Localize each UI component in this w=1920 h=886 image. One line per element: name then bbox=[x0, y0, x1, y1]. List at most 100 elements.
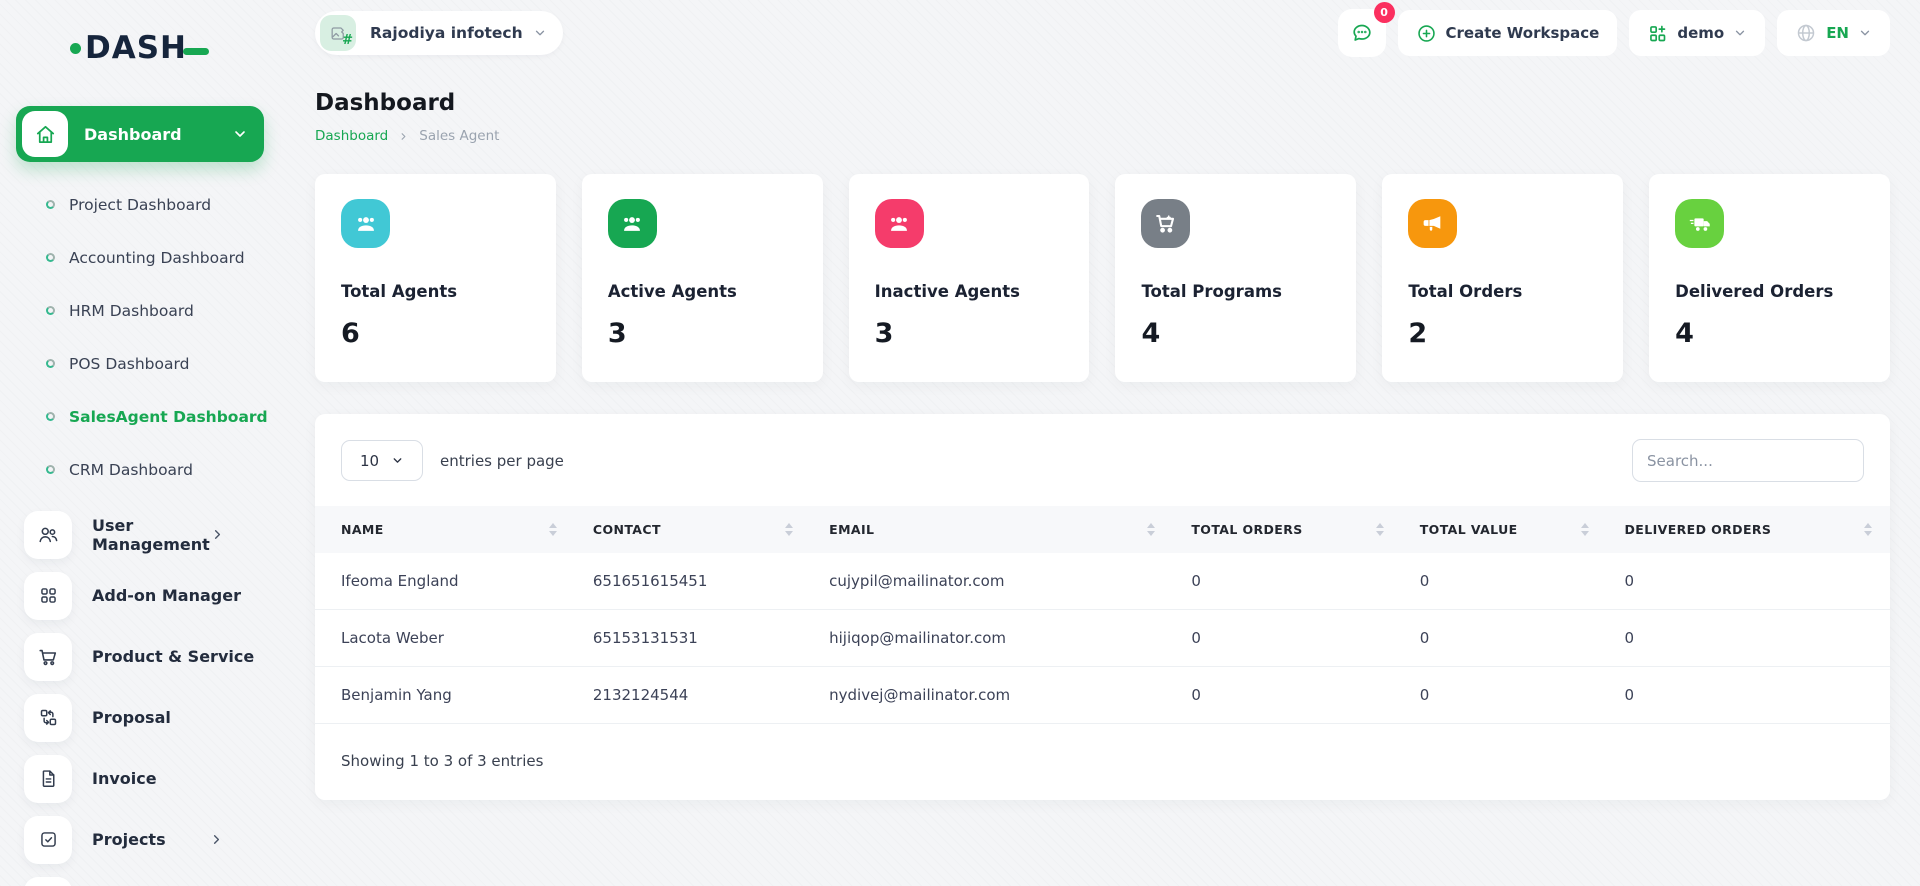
sidebar-item-dashboard[interactable]: Dashboard bbox=[16, 106, 264, 162]
sidebar-item-label: SalesAgent Dashboard bbox=[69, 408, 268, 426]
column-header-name[interactable]: NAME bbox=[315, 506, 575, 553]
bullet-icon bbox=[46, 412, 55, 421]
swap-icon bbox=[24, 694, 72, 742]
chevron-down-icon bbox=[533, 26, 547, 40]
stat-value: 2 bbox=[1408, 318, 1597, 349]
bullet-icon bbox=[46, 465, 55, 474]
column-header-delivered-orders[interactable]: DELIVERED ORDERS bbox=[1607, 506, 1891, 553]
create-workspace-button[interactable]: Create Workspace bbox=[1398, 10, 1618, 56]
sort-icon bbox=[1376, 523, 1384, 536]
cell-contact: 65153131531 bbox=[575, 610, 811, 667]
users-group-icon bbox=[341, 199, 390, 248]
column-header-total-orders[interactable]: TOTAL ORDERS bbox=[1173, 506, 1401, 553]
sort-icon bbox=[1581, 523, 1589, 536]
sidebar-item-accounting-dashboard[interactable]: Accounting Dashboard bbox=[16, 231, 282, 284]
column-header-email[interactable]: EMAIL bbox=[811, 506, 1173, 553]
cell-delivered-orders: 0 bbox=[1607, 667, 1891, 724]
grid-plus-icon bbox=[1647, 23, 1668, 44]
chevron-down-icon bbox=[1733, 26, 1747, 40]
agents-table-card: 10 entries per page NAME CONTACT EMAIL T bbox=[315, 414, 1890, 800]
chevron-right-icon bbox=[210, 527, 225, 542]
create-workspace-label: Create Workspace bbox=[1446, 24, 1600, 42]
stat-value: 4 bbox=[1675, 318, 1864, 349]
sidebar-item-label: Dashboard bbox=[84, 125, 232, 144]
cell-total-value: 0 bbox=[1402, 553, 1607, 610]
sidebar-item-addon-manager[interactable]: Add-on Manager bbox=[16, 565, 282, 626]
main-content: # Rajodiya infotech 0 Create Workspace d… bbox=[282, 0, 1920, 886]
sidebar-item-salesagent-dashboard[interactable]: SalesAgent Dashboard bbox=[16, 390, 282, 443]
globe-icon bbox=[1795, 22, 1817, 44]
logo-dash-icon bbox=[183, 48, 209, 55]
workspace-switcher[interactable]: demo bbox=[1629, 10, 1765, 56]
workspace-switcher-label: demo bbox=[1677, 24, 1724, 42]
cell-name: Ifeoma England bbox=[315, 553, 575, 610]
page-title: Dashboard bbox=[315, 90, 1890, 116]
document-icon bbox=[24, 755, 72, 803]
cell-contact: 651651615451 bbox=[575, 553, 811, 610]
stat-value: 3 bbox=[875, 318, 1064, 349]
breadcrumb-current: Sales Agent bbox=[419, 128, 499, 144]
sort-icon bbox=[549, 523, 557, 536]
sidebar-item-project-dashboard[interactable]: Project Dashboard bbox=[16, 178, 282, 231]
sidebar-item-pos-dashboard[interactable]: POS Dashboard bbox=[16, 337, 282, 390]
table-row: Benjamin Yang 2132124544 nydivej@mailina… bbox=[315, 667, 1890, 724]
sidebar-item-accounting[interactable]: Accounting bbox=[16, 870, 282, 886]
stat-value: 4 bbox=[1141, 318, 1330, 349]
cell-total-value: 0 bbox=[1402, 610, 1607, 667]
sort-icon bbox=[785, 523, 793, 536]
stat-card-total-agents: Total Agents 6 bbox=[315, 174, 556, 382]
sidebar: DASH Dashboard Project Dashboard Account… bbox=[0, 0, 282, 886]
bullet-icon bbox=[46, 253, 55, 262]
chevron-down-icon bbox=[391, 454, 404, 467]
dashboard-subnav: Project Dashboard Accounting Dashboard H… bbox=[16, 178, 282, 496]
grid-plus-icon bbox=[24, 877, 72, 886]
stat-label: Total Programs bbox=[1141, 282, 1330, 301]
stat-label: Delivered Orders bbox=[1675, 282, 1864, 301]
bullet-icon bbox=[46, 359, 55, 368]
chevron-down-icon bbox=[232, 126, 248, 142]
stat-label: Inactive Agents bbox=[875, 282, 1064, 301]
chevron-down-icon bbox=[1858, 26, 1872, 40]
table-row: Ifeoma England 651651615451 cujypil@mail… bbox=[315, 553, 1890, 610]
table-entries-summary: Showing 1 to 3 of 3 entries bbox=[315, 752, 1890, 770]
workspace-name: Rajodiya infotech bbox=[370, 24, 523, 42]
messages-button[interactable]: 0 bbox=[1338, 9, 1386, 57]
language-label: EN bbox=[1826, 24, 1849, 42]
cell-total-orders: 0 bbox=[1173, 553, 1401, 610]
sidebar-item-label: Product & Service bbox=[92, 647, 282, 666]
agents-table: NAME CONTACT EMAIL TOTAL ORDERS TOTAL VA… bbox=[315, 506, 1890, 724]
brand-logo[interactable]: DASH bbox=[70, 28, 282, 68]
sidebar-item-label: HRM Dashboard bbox=[69, 302, 194, 320]
sidebar-item-label: Add-on Manager bbox=[92, 586, 282, 605]
table-header: NAME CONTACT EMAIL TOTAL ORDERS TOTAL VA… bbox=[315, 506, 1890, 553]
sidebar-item-label: Invoice bbox=[92, 769, 282, 788]
search-input[interactable] bbox=[1632, 439, 1864, 482]
cell-delivered-orders: 0 bbox=[1607, 610, 1891, 667]
page-size-select[interactable]: 10 bbox=[341, 440, 423, 481]
sidebar-item-label: Proposal bbox=[92, 708, 282, 727]
home-icon bbox=[22, 111, 68, 157]
workspace-avatar: # bbox=[320, 15, 356, 51]
sidebar-item-crm-dashboard[interactable]: CRM Dashboard bbox=[16, 443, 282, 496]
sidebar-item-user-management[interactable]: User Management bbox=[16, 504, 282, 565]
checkbox-icon bbox=[24, 816, 72, 864]
column-header-contact[interactable]: CONTACT bbox=[575, 506, 811, 553]
sidebar-item-proposal[interactable]: Proposal bbox=[16, 687, 282, 748]
workspace-selector[interactable]: # Rajodiya infotech bbox=[315, 11, 563, 55]
sidebar-item-label: CRM Dashboard bbox=[69, 461, 193, 479]
topbar: # Rajodiya infotech 0 Create Workspace d… bbox=[315, 10, 1890, 56]
breadcrumb-root-link[interactable]: Dashboard bbox=[315, 128, 388, 144]
sidebar-item-label: Accounting Dashboard bbox=[69, 249, 245, 267]
bullet-icon bbox=[46, 306, 55, 315]
sidebar-item-hrm-dashboard[interactable]: HRM Dashboard bbox=[16, 284, 282, 337]
cell-delivered-orders: 0 bbox=[1607, 553, 1891, 610]
stat-value: 6 bbox=[341, 318, 530, 349]
language-selector[interactable]: EN bbox=[1777, 10, 1890, 56]
column-header-total-value[interactable]: TOTAL VALUE bbox=[1402, 506, 1607, 553]
sidebar-item-invoice[interactable]: Invoice bbox=[16, 748, 282, 809]
sidebar-item-label: User Management bbox=[92, 516, 210, 554]
sidebar-item-projects[interactable]: Projects bbox=[16, 809, 282, 870]
sidebar-item-product-service[interactable]: Product & Service bbox=[16, 626, 282, 687]
messages-badge: 0 bbox=[1374, 2, 1395, 23]
logo-text: DASH bbox=[85, 30, 187, 66]
